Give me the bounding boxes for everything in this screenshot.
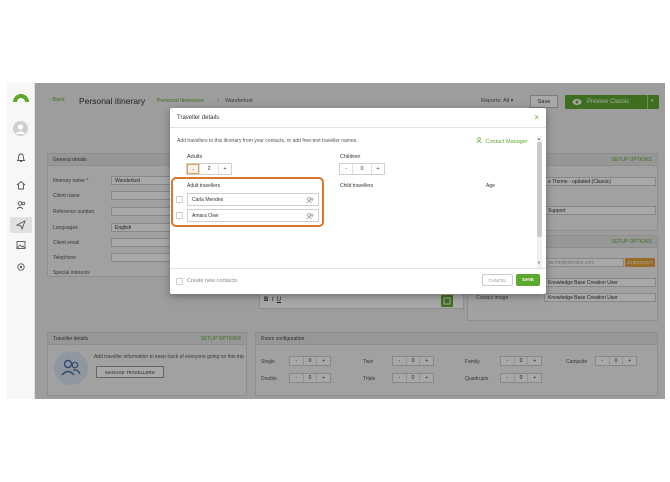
- children-value[interactable]: 0: [352, 164, 372, 174]
- create-contacts-label: Create new contacts: [187, 278, 238, 284]
- children-label: Children: [340, 154, 361, 160]
- sidebar: [7, 83, 35, 399]
- children-stepper[interactable]: - 0 +: [339, 163, 385, 175]
- age-label: Age: [486, 183, 495, 189]
- scrollbar-thumb[interactable]: [537, 142, 542, 237]
- contact-manager-link[interactable]: Contact Manager: [476, 137, 528, 145]
- bell-icon[interactable]: [16, 153, 26, 163]
- adults-decrement-button[interactable]: -: [187, 164, 199, 174]
- children-decrement-button[interactable]: -: [340, 164, 352, 174]
- child-travellers-label: Child travellers: [340, 183, 374, 189]
- settings-icon[interactable]: [16, 262, 26, 272]
- cancel-button[interactable]: CANCEL: [482, 274, 513, 286]
- logo-icon: [13, 94, 29, 102]
- scroll-up-icon[interactable]: ▲: [537, 136, 541, 141]
- adults-stepper[interactable]: - 2 +: [186, 163, 232, 175]
- contacts-icon[interactable]: [16, 200, 26, 210]
- children-increment-button[interactable]: +: [372, 164, 384, 174]
- modal-header: Traveller details ×: [170, 108, 546, 128]
- scroll-down-icon[interactable]: ▼: [537, 260, 541, 265]
- contacts-icon: [476, 137, 482, 144]
- home-icon[interactable]: [16, 180, 26, 190]
- highlight-box: [171, 177, 324, 227]
- adults-label: Adults: [187, 154, 203, 160]
- modal-save-button[interactable]: SAVE: [516, 274, 540, 286]
- contact-manager-label: Contact Manager: [485, 139, 528, 145]
- adults-value[interactable]: 2: [199, 164, 219, 174]
- send-icon[interactable]: [16, 220, 26, 230]
- modal-intro: Add travellers to this itinerary from yo…: [177, 138, 358, 144]
- traveller-details-modal: Traveller details × Add travellers to th…: [170, 108, 546, 294]
- modal-title: Traveller details: [177, 115, 220, 121]
- modal-footer-divider: [170, 268, 546, 269]
- image-icon[interactable]: [16, 240, 26, 250]
- close-icon[interactable]: ×: [534, 108, 539, 128]
- adults-increment-button[interactable]: +: [219, 164, 231, 174]
- avatar[interactable]: [13, 121, 28, 136]
- create-contacts-checkbox[interactable]: [176, 278, 183, 285]
